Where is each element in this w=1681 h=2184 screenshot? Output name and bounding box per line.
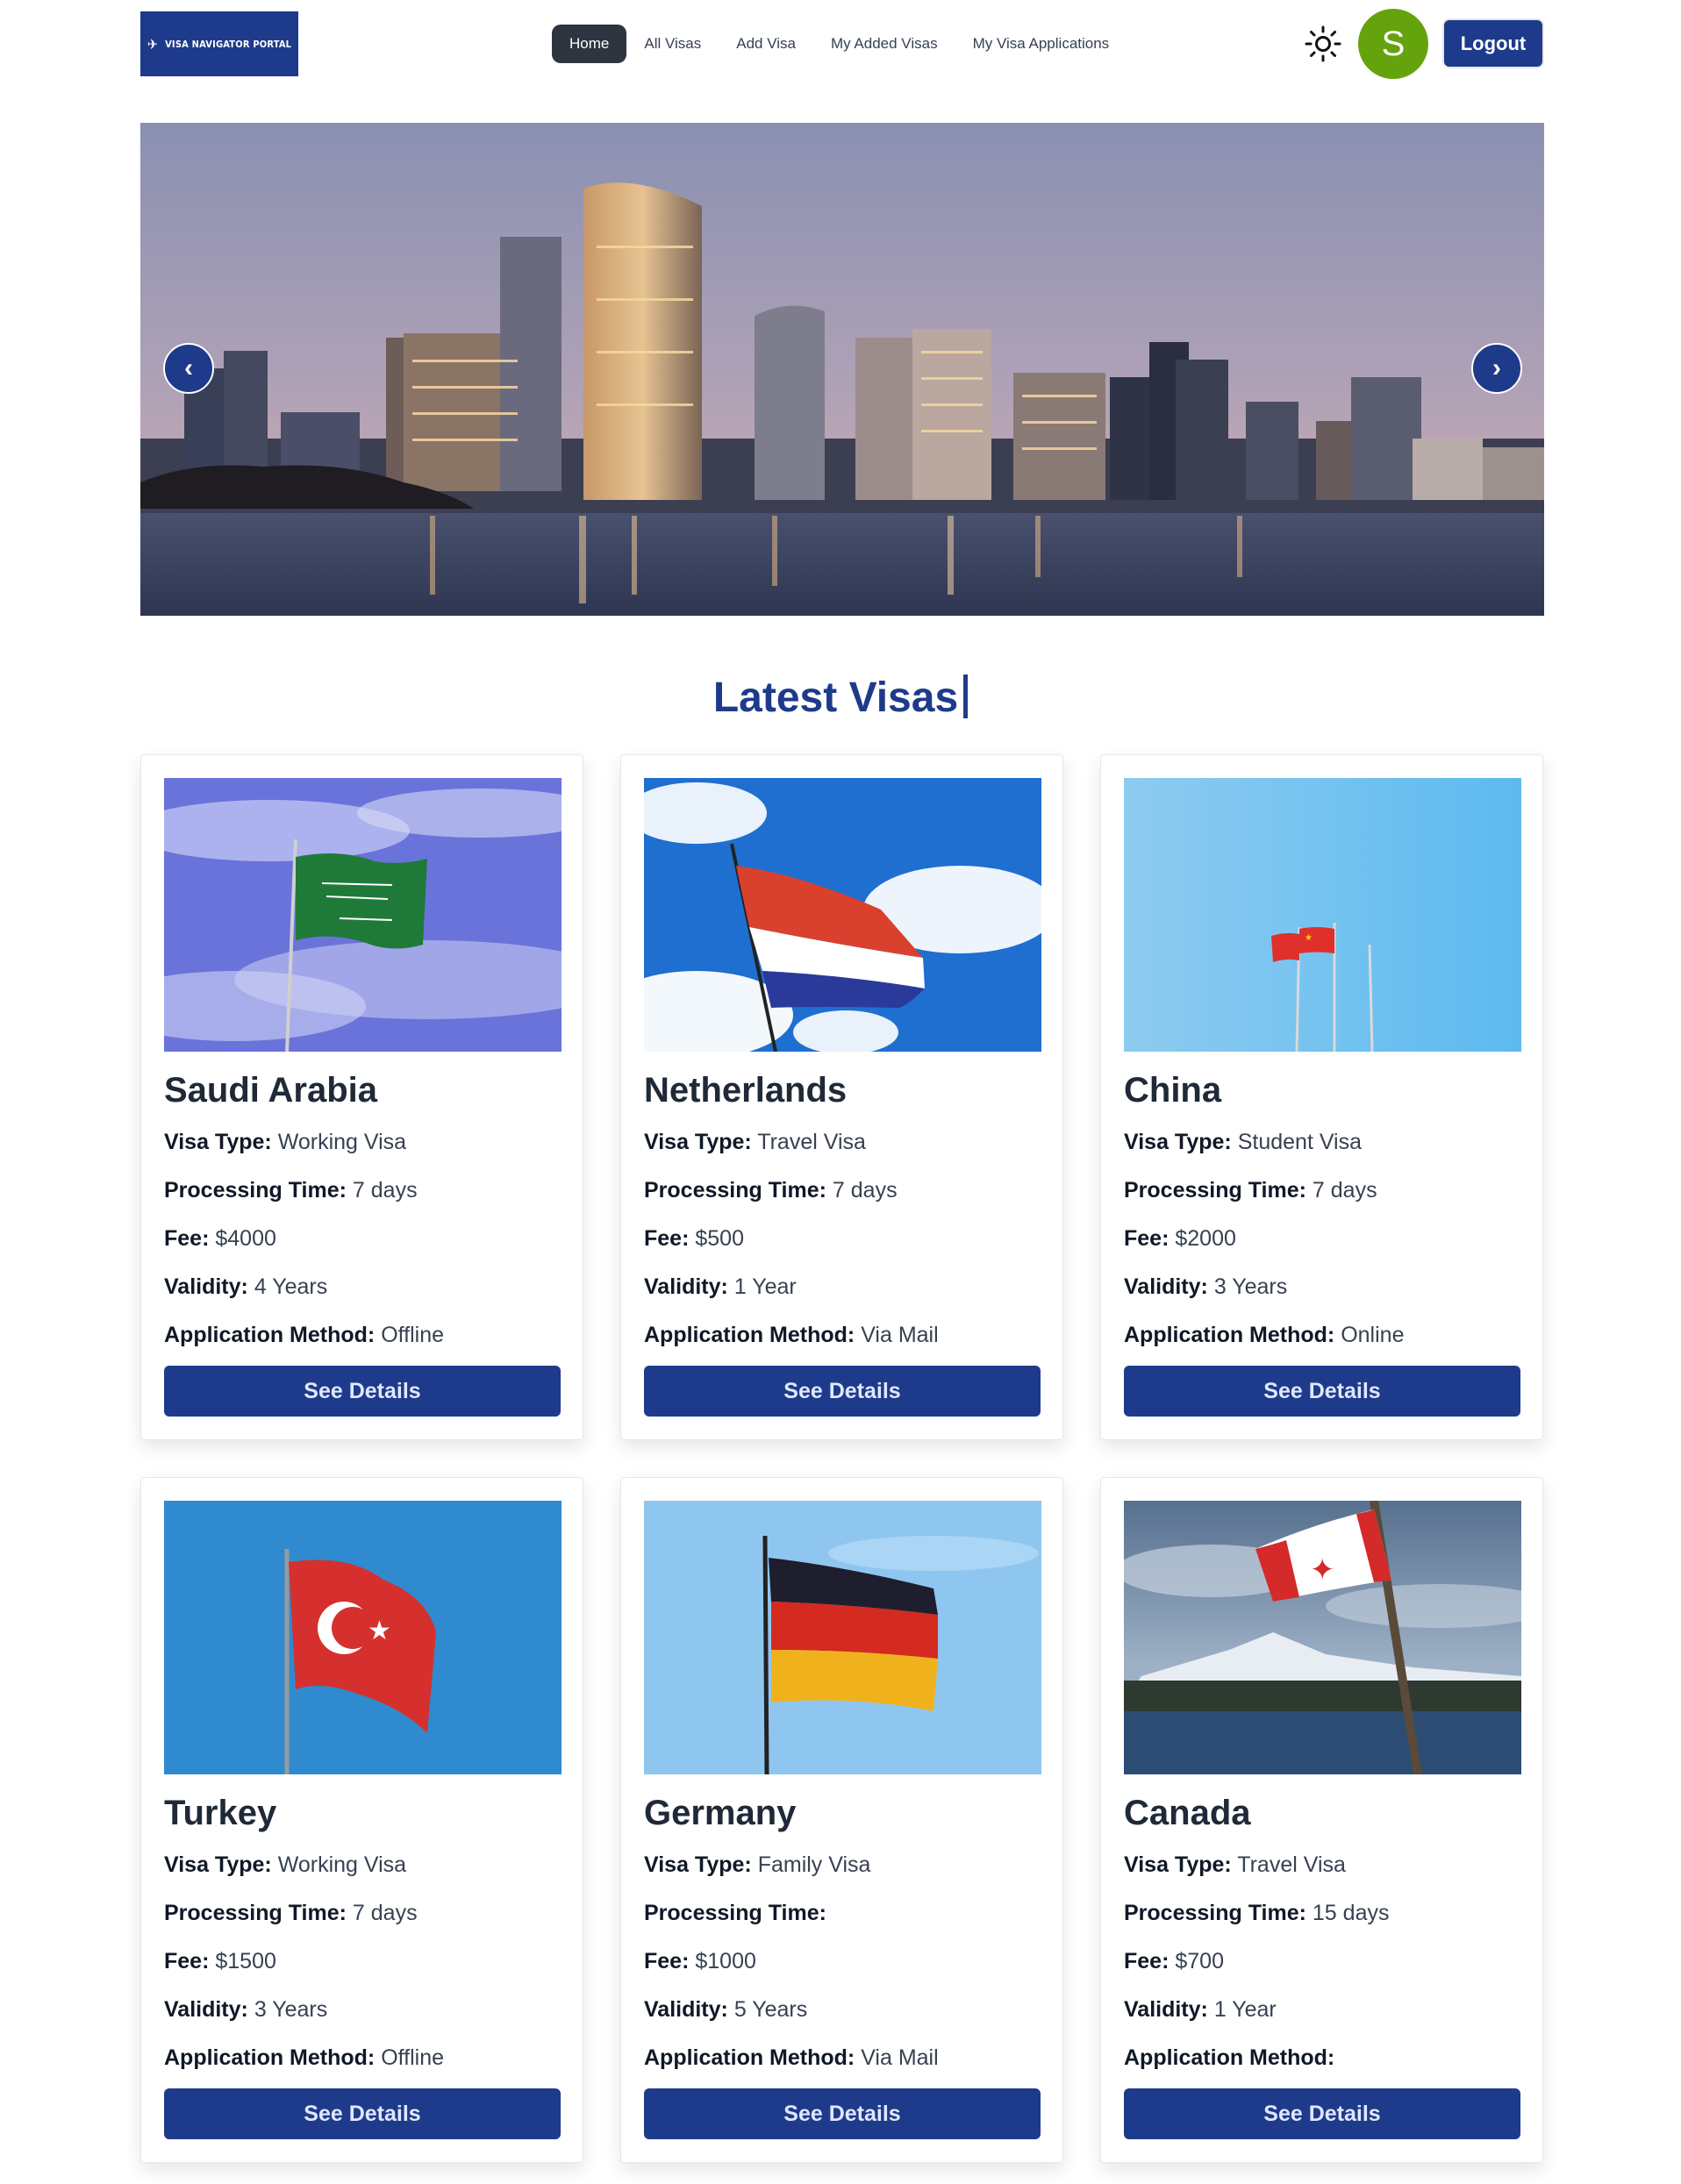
- card-country: Germany: [644, 1794, 797, 1832]
- visa-card: Netherlands Visa Type: Travel Visa Proce…: [620, 754, 1063, 1440]
- card-country: China: [1124, 1071, 1222, 1110]
- card-validity: Validity: 1 Year: [1124, 1997, 1277, 2022]
- main-nav: Home All Visas Add Visa My Added Visas M…: [552, 25, 1127, 63]
- hero-carousel-image: [140, 123, 1544, 616]
- card-validity: Validity: 4 Years: [164, 1274, 328, 1299]
- visa-card: ✦ Canada Visa Type: Travel Visa Processi…: [1100, 1477, 1543, 2163]
- see-details-button[interactable]: See Details: [644, 2088, 1041, 2139]
- card-application-method: Application Method: Via Mail: [644, 2045, 939, 2070]
- typing-cursor: [963, 674, 969, 718]
- card-country: Saudi Arabia: [164, 1071, 378, 1110]
- card-fee: Fee: $2000: [1124, 1226, 1236, 1251]
- card-processing-time: Processing Time:: [644, 1901, 826, 1925]
- card-application-method: Application Method: Offline: [164, 1323, 445, 1347]
- card-visa-type: Visa Type: Student Visa: [1124, 1130, 1363, 1154]
- visa-card: ★ China Visa Type: Student Visa Processi…: [1100, 754, 1543, 1440]
- carousel-next-button[interactable]: ›: [1471, 343, 1522, 394]
- card-country: Canada: [1124, 1794, 1251, 1832]
- nav-link-my-visa-applications[interactable]: My Visa Applications: [955, 25, 1127, 63]
- logo-text: VISA NAVIGATOR PORTAL: [165, 38, 292, 50]
- card-application-method: Application Method: Offline: [164, 2045, 445, 2070]
- see-details-button[interactable]: See Details: [164, 2088, 561, 2139]
- card-country: Netherlands: [644, 1071, 848, 1110]
- airplane-icon: ✈: [147, 35, 159, 53]
- card-visa-type: Visa Type: Family Visa: [644, 1852, 871, 1877]
- visa-card: Germany Visa Type: Family Visa Processin…: [620, 1477, 1063, 2163]
- card-fee: Fee: $1500: [164, 1949, 276, 1973]
- card-application-method: Application Method:: [1124, 2045, 1335, 2070]
- card-fee: Fee: $4000: [164, 1226, 276, 1251]
- flag-image-germany: [644, 1501, 1041, 1774]
- visa-card: ★ Turkey Visa Type: Working Visa Process…: [140, 1477, 583, 2163]
- card-processing-time: Processing Time: 7 days: [164, 1901, 418, 1925]
- flag-image-canada: ✦: [1124, 1501, 1521, 1774]
- card-processing-time: Processing Time: 7 days: [164, 1178, 418, 1203]
- visa-card: Saudi Arabia Visa Type: Working Visa Pro…: [140, 754, 583, 1440]
- card-processing-time: Processing Time: 7 days: [1124, 1178, 1377, 1203]
- section-title: Latest Visas: [0, 674, 1681, 722]
- nav-link-my-added-visas[interactable]: My Added Visas: [813, 25, 955, 63]
- flag-image-china: ★: [1124, 778, 1521, 1052]
- svg-text:★: ★: [1305, 933, 1313, 943]
- see-details-button[interactable]: See Details: [164, 1366, 561, 1417]
- card-visa-type: Visa Type: Travel Visa: [644, 1130, 866, 1154]
- user-avatar[interactable]: S: [1358, 9, 1428, 79]
- flag-image-turkey: ★: [164, 1501, 562, 1774]
- logout-button[interactable]: Logout: [1442, 18, 1544, 68]
- card-fee: Fee: $500: [644, 1226, 744, 1251]
- see-details-button[interactable]: See Details: [1124, 1366, 1520, 1417]
- card-country: Turkey: [164, 1794, 277, 1832]
- card-validity: Validity: 3 Years: [1124, 1274, 1288, 1299]
- card-application-method: Application Method: Via Mail: [644, 1323, 939, 1347]
- card-visa-type: Visa Type: Working Visa: [164, 1852, 407, 1877]
- card-validity: Validity: 3 Years: [164, 1997, 328, 2022]
- carousel-prev-button[interactable]: ‹: [163, 343, 214, 394]
- nav-link-all-visas[interactable]: All Visas: [626, 25, 719, 63]
- site-logo[interactable]: ✈ VISA NAVIGATOR PORTAL: [140, 11, 298, 76]
- card-validity: Validity: 1 Year: [644, 1274, 797, 1299]
- card-fee: Fee: $1000: [644, 1949, 756, 1973]
- theme-toggle-sun-icon[interactable]: [1304, 25, 1342, 63]
- see-details-button[interactable]: See Details: [644, 1366, 1041, 1417]
- flag-image-saudi-arabia: [164, 778, 562, 1052]
- card-fee: Fee: $700: [1124, 1949, 1224, 1973]
- flag-image-netherlands: [644, 778, 1041, 1052]
- svg-text:★: ★: [368, 1616, 391, 1646]
- card-application-method: Application Method: Online: [1124, 1323, 1405, 1347]
- nav-link-add-visa[interactable]: Add Visa: [719, 25, 813, 63]
- card-processing-time: Processing Time: 15 days: [1124, 1901, 1390, 1925]
- svg-text:✦: ✦: [1310, 1552, 1335, 1588]
- section-title-text: Latest Visas: [712, 674, 959, 721]
- card-visa-type: Visa Type: Working Visa: [164, 1130, 407, 1154]
- card-processing-time: Processing Time: 7 days: [644, 1178, 898, 1203]
- navbar: ✈ VISA NAVIGATOR PORTAL Home All Visas A…: [0, 0, 1681, 88]
- card-validity: Validity: 5 Years: [644, 1997, 808, 2022]
- card-visa-type: Visa Type: Travel Visa: [1124, 1852, 1346, 1877]
- nav-link-home[interactable]: Home: [552, 25, 627, 63]
- see-details-button[interactable]: See Details: [1124, 2088, 1520, 2139]
